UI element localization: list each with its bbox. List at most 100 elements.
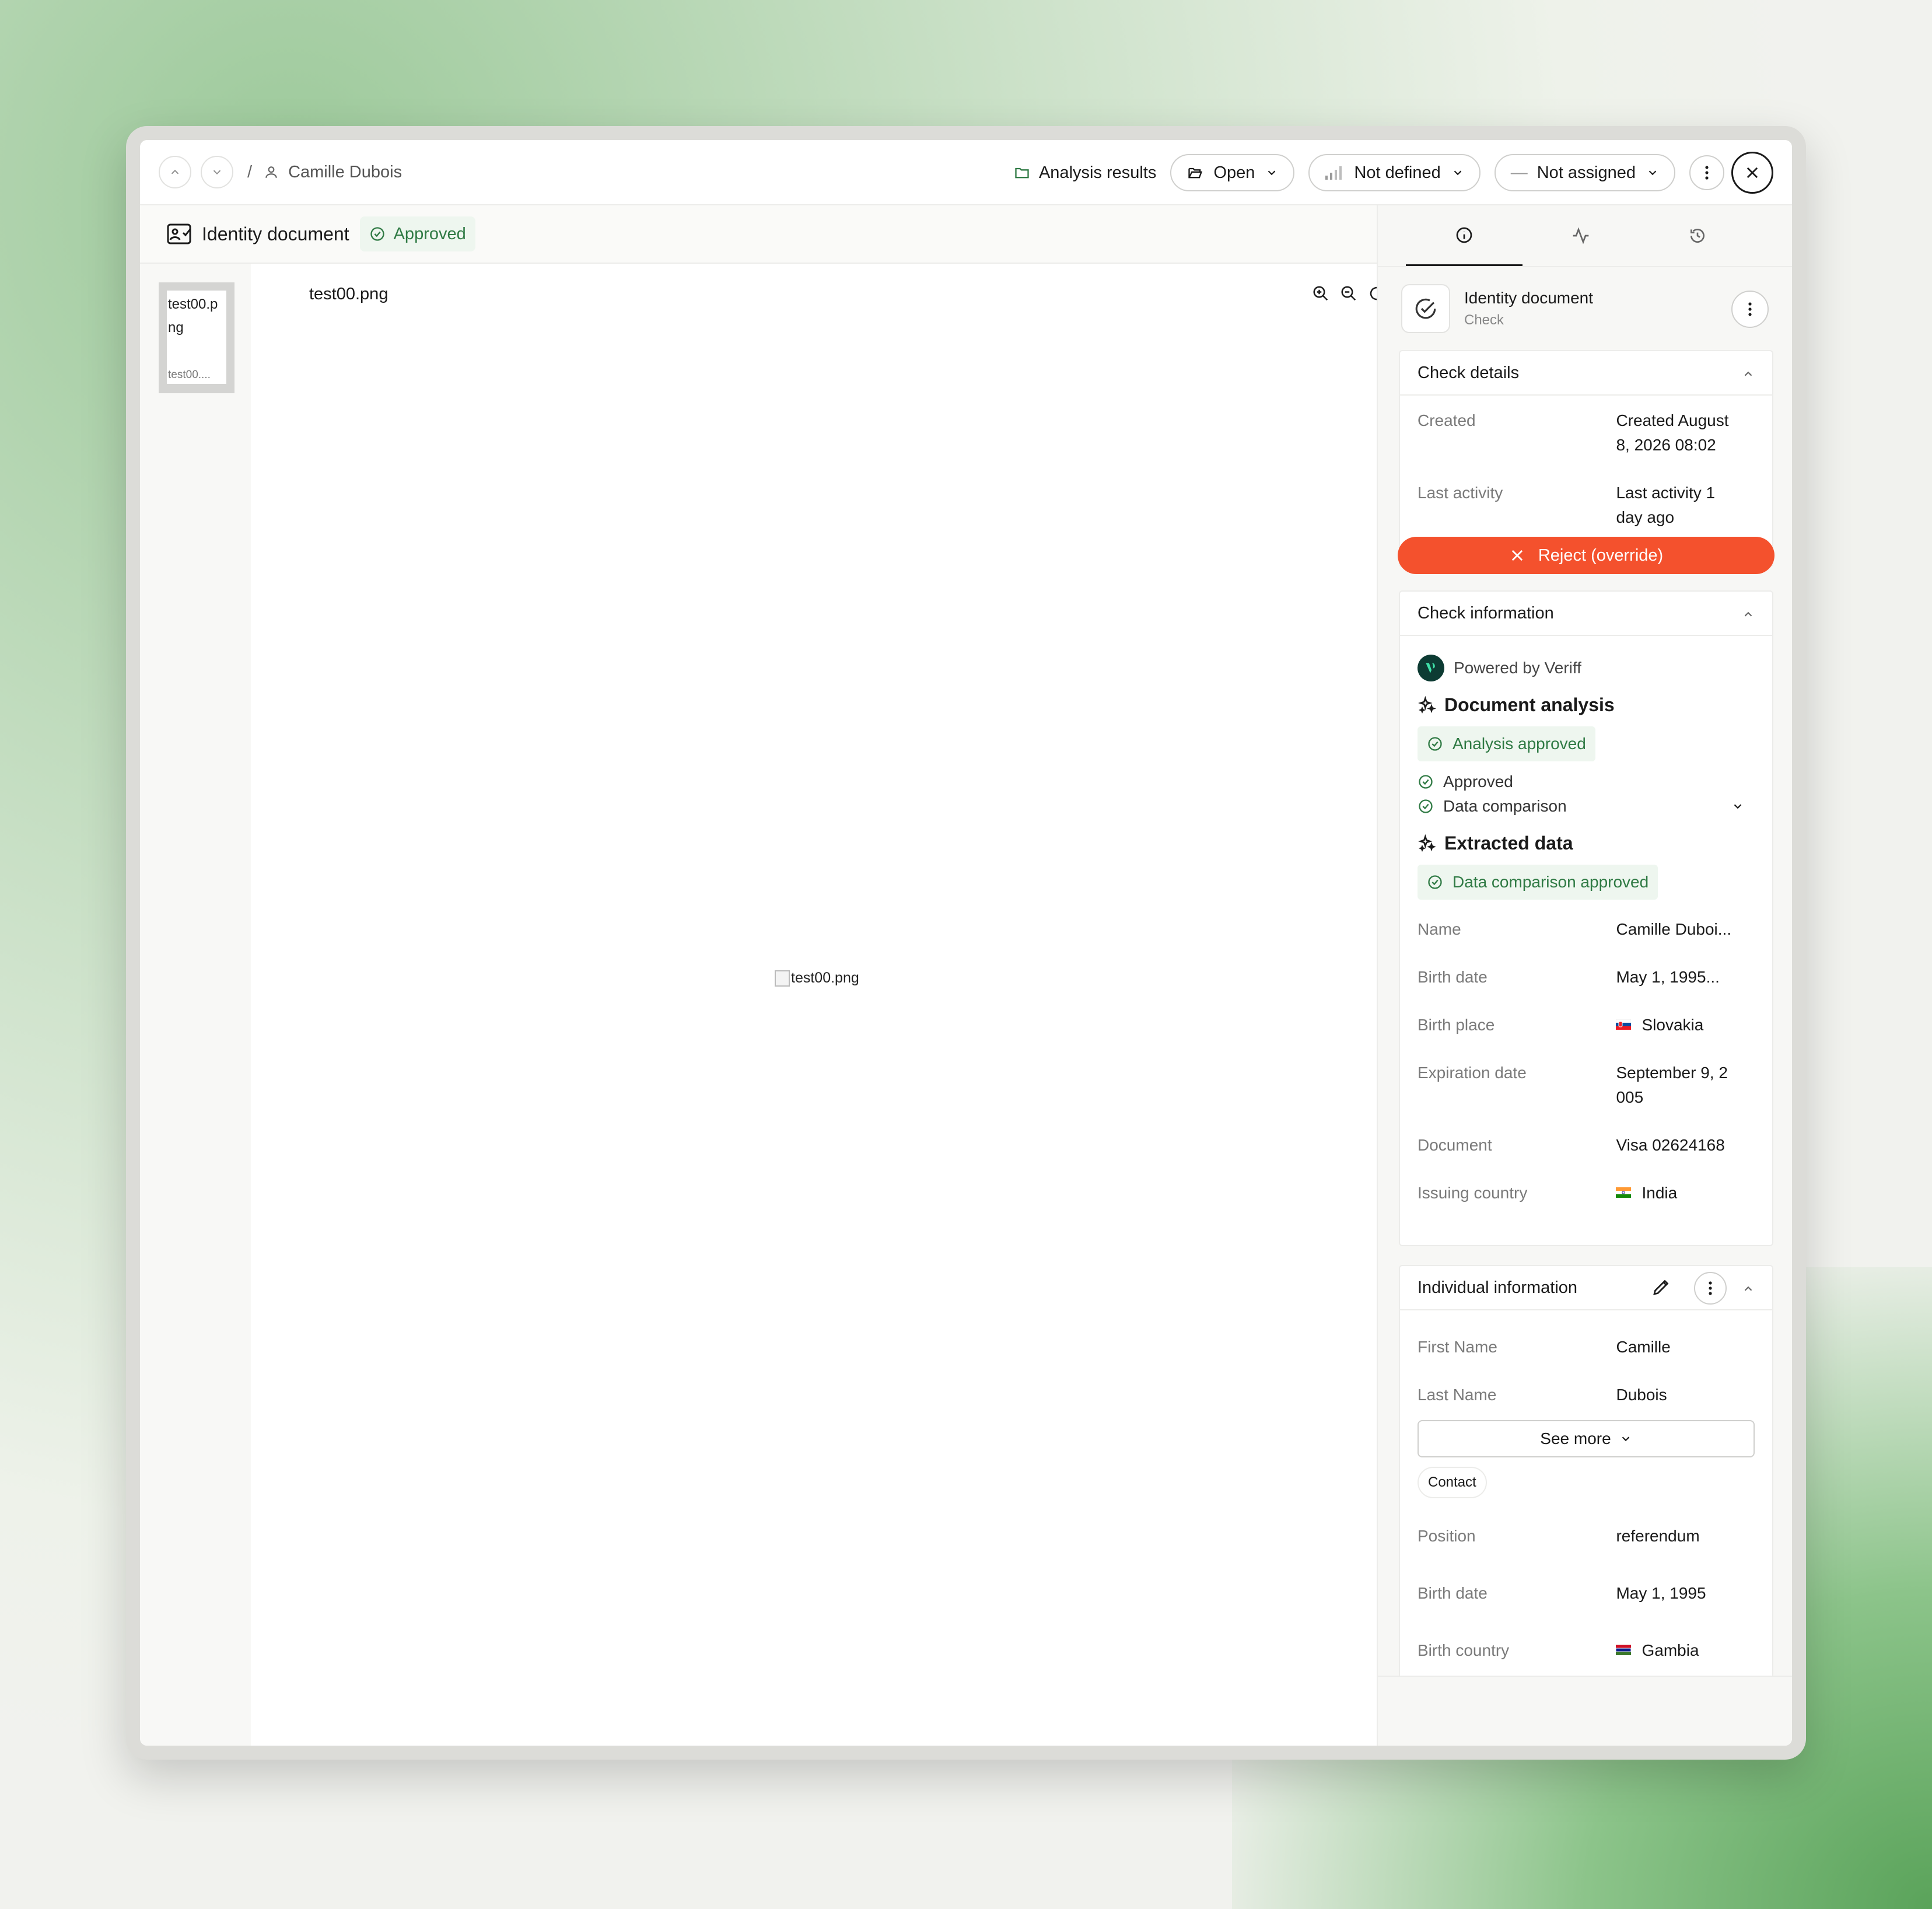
activity-icon (1573, 227, 1589, 244)
analysis-approved-badge: Analysis approved (1418, 726, 1595, 761)
check-circle-icon (370, 227, 384, 241)
details-panel: Identity document Check Check details Cr… (1377, 205, 1792, 1746)
tabs-divider (1378, 266, 1792, 267)
last-activity-value: Last activity 1 day ago (1616, 481, 1755, 530)
panel-tabs (1406, 205, 1764, 266)
extracted-value: September 9, 2 (1616, 1064, 1728, 1082)
folder-icon (1015, 167, 1029, 179)
last-activity-label: Last activity (1418, 484, 1503, 502)
close-button[interactable] (1731, 152, 1773, 194)
last-name-label: Last Name (1418, 1386, 1497, 1404)
next-button[interactable] (201, 156, 233, 188)
chevron-up-icon (1744, 371, 1752, 376)
extracted-label: Birth place (1418, 1016, 1495, 1034)
check-information-card: Check information Powered by Veriff Docu… (1399, 590, 1773, 1246)
broken-image-icon (775, 970, 790, 987)
powered-by-label: Powered by Veriff (1454, 659, 1581, 677)
check-subtitle: Check (1464, 312, 1504, 328)
check-details-header[interactable]: Check details (1400, 351, 1772, 396)
window-frame: / Camille Dubois Analysis results Open N… (126, 126, 1806, 1760)
extracted-data-heading: Extracted data (1400, 833, 1772, 854)
signal-bars-icon (1325, 166, 1342, 180)
check-details-title: Check details (1418, 363, 1520, 382)
assignee-dash: — (1510, 163, 1528, 182)
document-thumbnail[interactable]: test00.png test00.... (159, 282, 235, 393)
extracted-data-title: Extracted data (1444, 833, 1573, 854)
details-scroll-area: Identity document Check Check details Cr… (1378, 205, 1792, 1676)
data-comparison-label: Data comparison (1443, 797, 1567, 815)
check-circle-icon (1428, 737, 1442, 751)
top-actions: Analysis results Open Not defined — Not … (1013, 152, 1773, 194)
sparkle-icon (1418, 834, 1436, 852)
check-title: Identity document (1464, 289, 1594, 307)
check-header-text: Identity document Check (1464, 289, 1593, 328)
chevron-down-icon (1454, 170, 1461, 176)
tab-info[interactable] (1406, 205, 1522, 266)
assignee-dropdown[interactable]: — Not assigned (1494, 154, 1675, 191)
reject-override-button[interactable]: Reject (override) (1398, 537, 1774, 574)
see-more-button[interactable]: See more (1418, 1420, 1755, 1457)
check-more-button[interactable] (1731, 291, 1769, 328)
check-circle-icon (1419, 799, 1433, 813)
individual-more-button[interactable] (1694, 1272, 1727, 1305)
birth-country-label: Birth country (1418, 1641, 1510, 1659)
case-window: / Camille Dubois Analysis results Open N… (140, 140, 1792, 1746)
extracted-label: Issuing country (1418, 1184, 1528, 1202)
document-analysis-heading: Document analysis (1400, 694, 1772, 716)
extracted-value-wrap: India (1616, 1181, 1755, 1205)
thumbnail-frame: test00.png test00.... (167, 291, 226, 384)
extracted-row-expiration: Expiration date September 9, 2 005 (1400, 1061, 1772, 1110)
zoom-out-button[interactable] (1335, 285, 1363, 302)
tab-activity[interactable] (1522, 205, 1639, 266)
individual-birth-date-value: May 1, 1995 (1616, 1584, 1706, 1602)
document-analysis-title: Document analysis (1444, 694, 1615, 715)
gambia-flag-icon (1616, 1644, 1632, 1655)
chevron-down-icon (1648, 170, 1657, 176)
approved-badge: Approved (359, 216, 475, 251)
check-circle-icon (1428, 875, 1442, 889)
extracted-label: Document (1418, 1136, 1492, 1154)
contact-tag[interactable]: Contact (1418, 1467, 1487, 1498)
extracted-row-document: Document Visa 02624168 (1400, 1133, 1772, 1158)
analysis-results-link[interactable]: Analysis results (1013, 163, 1156, 183)
info-icon (1456, 227, 1472, 243)
viewer-filename: test00.png (309, 285, 388, 303)
document-viewer: test00.png test00.png (251, 264, 1438, 1746)
extracted-value: May 1, 1995... (1616, 968, 1720, 986)
last-name-row: Last Name Dubois (1400, 1383, 1772, 1407)
assignee-value: Not assigned (1536, 163, 1636, 182)
zoom-in-button[interactable] (1307, 285, 1335, 302)
footer-divider (1378, 1676, 1792, 1677)
position-value: referendum (1616, 1527, 1700, 1545)
data-comparison-row[interactable]: Data comparison (1400, 794, 1772, 819)
more-vertical-icon (1748, 302, 1752, 316)
chevron-down-icon (1268, 170, 1276, 176)
individual-information-card: Individual information First Name Camill… (1399, 1265, 1773, 1676)
status-dropdown[interactable]: Open (1170, 154, 1295, 191)
breadcrumb-person-link[interactable]: Camille Dubois (288, 163, 402, 182)
thumbnail-column: test00.png test00.... (140, 264, 251, 1746)
last-activity-value-line2: day ago (1616, 508, 1675, 526)
edit-button[interactable] (1651, 1277, 1672, 1302)
more-options-button[interactable] (1689, 155, 1724, 190)
data-comparison-approved-badge: Data comparison approved (1418, 865, 1658, 900)
folder-open-icon (1188, 167, 1203, 179)
previous-button[interactable] (159, 156, 191, 188)
created-row: Created Created August 8, 2026 08:02 (1400, 408, 1772, 457)
status-value: Open (1213, 163, 1255, 182)
tab-history[interactable] (1639, 205, 1756, 266)
slovakia-flag-icon (1616, 1019, 1632, 1030)
check-information-title: Check information (1418, 603, 1554, 623)
priority-dropdown[interactable]: Not defined (1308, 154, 1480, 191)
extracted-value: Visa 02624168 (1616, 1136, 1725, 1154)
check-information-header[interactable]: Check information (1400, 592, 1772, 636)
individual-information-header[interactable]: Individual information (1400, 1266, 1772, 1310)
individual-birth-date-row: Birth date May 1, 1995 (1400, 1581, 1772, 1606)
extracted-label: Expiration date (1418, 1064, 1527, 1082)
chevron-up-icon (171, 169, 179, 174)
extracted-row-issuing-country: Issuing country India (1400, 1181, 1772, 1205)
extracted-value: Slovakia (1642, 1016, 1704, 1034)
top-bar: / Camille Dubois Analysis results Open N… (140, 140, 1792, 205)
user-icon (265, 166, 277, 178)
created-label: Created (1418, 411, 1476, 429)
